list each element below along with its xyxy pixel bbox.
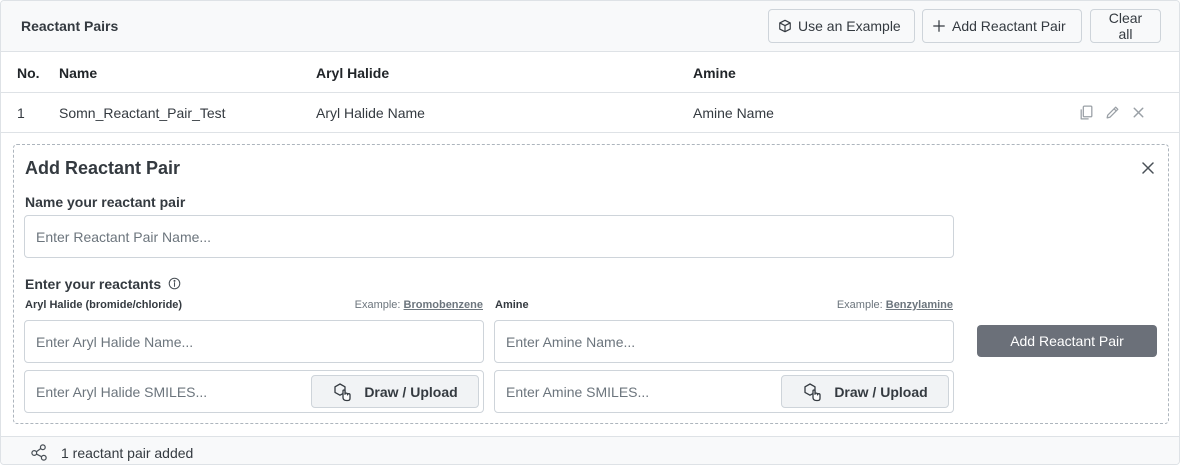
add-reactant-pair-button[interactable]: Add Reactant Pair <box>922 9 1082 43</box>
row-amine: Amine Name <box>693 105 774 121</box>
aryl-halide-draw-upload-label: Draw / Upload <box>364 383 458 400</box>
aryl-halide-example-prefix: Example: <box>354 299 401 311</box>
aryl-halide-name-input[interactable] <box>24 320 484 363</box>
amine-example: Example: Benzylamine <box>764 299 953 311</box>
aryl-halide-example: Example: Bromobenzene <box>294 299 483 311</box>
reactants-label: Enter your reactants <box>25 276 162 292</box>
add-reactant-pair-panel: Add Reactant Pair Name your reactant pai… <box>13 144 1169 424</box>
card-title: Reactant Pairs <box>21 18 119 34</box>
close-icon[interactable] <box>1140 160 1156 176</box>
panel-title: Add Reactant Pair <box>25 158 181 178</box>
use-example-label: Use an Example <box>798 18 901 34</box>
aryl-halide-label: Aryl Halide (bromide/chloride) <box>25 299 183 311</box>
aryl-halide-smiles-group: Draw / Upload <box>24 370 484 413</box>
share-nodes-icon <box>31 444 47 461</box>
pencil-icon[interactable] <box>1104 104 1121 121</box>
reactant-pair-name-input[interactable] <box>24 215 954 258</box>
aryl-halide-smiles-input[interactable] <box>25 371 310 412</box>
molecule-hand-icon <box>334 382 351 401</box>
row-aryl-halide: Aryl Halide Name <box>316 105 425 121</box>
amine-example-prefix: Example: <box>836 299 883 311</box>
cube-icon <box>779 19 791 33</box>
copy-icon[interactable] <box>1078 104 1095 121</box>
close-icon[interactable] <box>1130 104 1147 121</box>
amine-smiles-group: Draw / Upload <box>494 370 954 413</box>
name-field-label: Name your reactant pair <box>25 194 186 210</box>
card-footer: 1 reactant pair added <box>1 436 1179 464</box>
status-text: 1 reactant pair added <box>61 445 194 461</box>
aryl-halide-example-link[interactable]: Bromobenzene <box>404 299 483 311</box>
card-header: Reactant Pairs Use an Example Add Reacta… <box>1 1 1179 52</box>
row-actions <box>1078 104 1147 121</box>
row-number: 1 <box>17 105 25 121</box>
amine-label: Amine <box>495 299 529 311</box>
clear-all-button[interactable]: Clear all <box>1090 9 1161 43</box>
reactant-pairs-card: Reactant Pairs Use an Example Add Reacta… <box>0 0 1180 465</box>
use-example-button[interactable]: Use an Example <box>768 9 915 43</box>
molecule-hand-icon <box>804 382 821 401</box>
amine-draw-upload-label: Draw / Upload <box>834 383 928 400</box>
amine-smiles-input[interactable] <box>495 371 780 412</box>
info-icon[interactable] <box>168 277 181 290</box>
amine-draw-upload-button[interactable]: Draw / Upload <box>781 375 949 408</box>
column-header-aryl-halide: Aryl Halide <box>316 65 390 81</box>
column-header-name: Name <box>59 65 98 81</box>
aryl-halide-draw-upload-button[interactable]: Draw / Upload <box>311 375 479 408</box>
add-reactant-pair-label: Add Reactant Pair <box>952 18 1066 34</box>
column-header-amine: Amine <box>693 65 736 81</box>
amine-name-input[interactable] <box>494 320 954 363</box>
plus-icon <box>933 20 945 32</box>
submit-reactant-pair-button[interactable]: Add Reactant Pair <box>977 325 1157 357</box>
row-name: Somn_Reactant_Pair_Test <box>59 105 226 121</box>
table-row: 1 Somn_Reactant_Pair_Test Aryl Halide Na… <box>1 93 1179 133</box>
table-header: No. Name Aryl Halide Amine <box>1 52 1179 93</box>
column-header-no: No. <box>17 65 40 81</box>
amine-example-link[interactable]: Benzylamine <box>886 299 953 311</box>
